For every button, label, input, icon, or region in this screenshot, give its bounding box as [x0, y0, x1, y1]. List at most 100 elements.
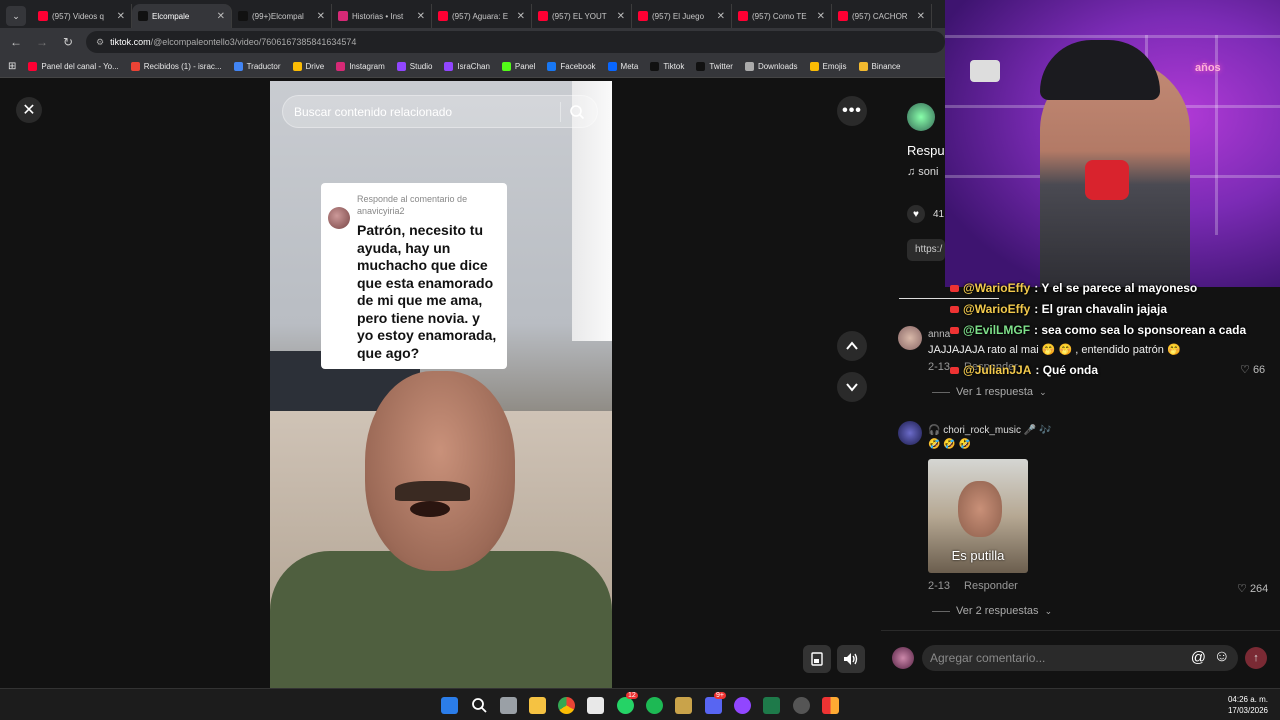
comment-date: 2-13 [928, 361, 951, 373]
comment-likes[interactable]: ♡ 264 [1237, 582, 1268, 595]
apps-icon[interactable]: ⊞ [8, 61, 16, 72]
comment-likes[interactable]: ♡ 66 [1240, 363, 1265, 376]
tab-close-icon[interactable]: ✕ [617, 11, 625, 22]
bookmark-item[interactable]: Panel del canal - Yo... [28, 62, 119, 71]
bookmark-item[interactable]: Panel [501, 62, 535, 71]
reply-button[interactable]: Responder [964, 580, 1018, 592]
task-view-icon[interactable] [500, 697, 517, 714]
bookmark-item[interactable]: Twitter [696, 62, 733, 71]
app-icon[interactable] [822, 697, 839, 714]
bookmark-item[interactable]: Instagram [336, 62, 385, 71]
view-replies-button[interactable]: Ver 1 respuesta ⌄ [932, 386, 1047, 398]
tab-underline [899, 298, 999, 299]
bookmark-label: Studio [409, 62, 433, 71]
comment-input-placeholder: Agregar comentario... [930, 651, 1046, 665]
bookmark-item[interactable]: Studio [396, 62, 433, 71]
tab-favicon-icon [38, 11, 48, 21]
url-field[interactable]: ⚙ tiktok.com/@elcompaleontello3/video/76… [86, 31, 945, 53]
bookmark-item[interactable]: Facebook [547, 62, 596, 71]
volume-button[interactable] [837, 645, 865, 673]
bookmark-item[interactable]: Tiktok [650, 62, 684, 71]
sound-link-partial[interactable]: ♫ soni [907, 166, 939, 178]
floating-player-button[interactable] [803, 645, 831, 673]
tab-search-button[interactable]: ⌄ [6, 6, 26, 26]
like-button[interactable]: ♥ [907, 205, 925, 223]
tab-close-icon[interactable]: ✕ [917, 11, 925, 22]
tab-close-icon[interactable]: ✕ [517, 11, 525, 22]
reload-icon[interactable]: ↻ [60, 35, 76, 49]
send-comment-button[interactable]: ↑ [1245, 647, 1267, 669]
chat-username: @EvilLMGF [963, 323, 1031, 337]
bookmark-favicon-icon [650, 62, 660, 71]
spotify-icon[interactable] [646, 697, 663, 714]
windows-start-icon[interactable] [441, 697, 458, 714]
tab-label: (957) Aguara: E [452, 11, 509, 21]
commenter-avatar[interactable] [898, 421, 922, 445]
video-player[interactable] [270, 81, 612, 688]
comment-author[interactable]: anna [928, 329, 950, 340]
forward-icon[interactable]: → [34, 35, 50, 49]
search-icon[interactable] [569, 104, 585, 123]
bookmark-item[interactable]: Traductor [233, 62, 281, 71]
browser-tab[interactable]: (99+)Elcompal ✕ [232, 4, 332, 28]
commenter-avatar[interactable] [898, 326, 922, 350]
browser-tab[interactable]: (957) Videos q ✕ [32, 4, 132, 28]
settings-icon[interactable] [793, 697, 810, 714]
discord-icon[interactable]: 9+ [705, 692, 726, 714]
obs-icon[interactable] [734, 697, 751, 714]
arrow-up-icon: ↑ [1253, 652, 1259, 664]
bookmark-item[interactable]: Recibidos (1) - israc... [130, 62, 222, 71]
previous-video-button[interactable] [837, 331, 867, 361]
tab-close-icon[interactable]: ✕ [717, 11, 725, 22]
copy-link-partial[interactable]: https:/ [907, 239, 945, 261]
whatsapp-icon[interactable]: 12 [617, 692, 638, 714]
shelf [945, 35, 1280, 38]
system-clock[interactable]: 04:26 a. m. 17/03/2026 [1228, 694, 1268, 716]
comment-sticker-image[interactable]: Es putilla [928, 459, 1028, 573]
file-explorer-icon[interactable] [529, 697, 546, 714]
site-info-icon[interactable]: ⚙ [96, 37, 104, 48]
bookmark-item[interactable]: Meta [607, 62, 639, 71]
tab-close-icon[interactable]: ✕ [417, 11, 425, 22]
bookmark-favicon-icon [809, 62, 819, 71]
game-icon[interactable] [675, 697, 692, 714]
bookmark-item[interactable]: Emojis [809, 62, 847, 71]
mention-icon[interactable]: @ [1191, 649, 1206, 666]
bookmark-label: Downloads [757, 62, 798, 71]
browser-tab[interactable]: (957) Aguara: E ✕ [432, 4, 532, 28]
browser-tab[interactable]: Elcompale ✕ [132, 4, 232, 28]
browser-tab[interactable]: (957) EL YOUT ✕ [532, 4, 632, 28]
view-replies-button[interactable]: Ver 2 respuestas ⌄ [932, 605, 1052, 617]
bookmark-item[interactable]: Binance [858, 62, 900, 71]
tab-close-icon[interactable]: ✕ [817, 11, 825, 22]
emoji-icon[interactable]: ☺ [1214, 648, 1230, 666]
bookmark-label: Facebook [560, 62, 596, 71]
tab-close-icon[interactable]: ✕ [317, 11, 325, 22]
bookmark-item[interactable]: Drive [292, 62, 324, 71]
more-options-button[interactable]: ••• [837, 96, 867, 126]
chrome-icon[interactable] [558, 697, 575, 714]
bookmark-item[interactable]: IsraChan [444, 62, 490, 71]
next-video-button[interactable] [837, 372, 867, 402]
back-icon[interactable]: ← [8, 35, 24, 49]
comment-like-count: 264 [1249, 583, 1269, 595]
browser-tab[interactable]: (957) El Juego ✕ [632, 4, 732, 28]
microphone [1085, 160, 1129, 200]
author-avatar[interactable] [907, 103, 935, 131]
tab-close-icon[interactable]: ✕ [217, 11, 225, 22]
close-video-button[interactable]: ✕ [16, 97, 42, 123]
related-search-input[interactable]: Buscar contenido relacionado [282, 95, 598, 128]
browser-tab[interactable]: Historias • Inst ✕ [332, 4, 432, 28]
store-icon[interactable] [587, 697, 604, 714]
bookmark-label: Meta [620, 62, 639, 71]
search-icon[interactable] [471, 697, 488, 714]
comment-author[interactable]: 🎧 chori_rock_music 🎤 🎶 [928, 425, 1052, 436]
tab-label: (99+)Elcompal [252, 11, 304, 21]
browser-tab[interactable]: (957) CACHOR ✕ [832, 4, 932, 28]
terminal-icon[interactable] [763, 697, 780, 714]
comment-input[interactable]: Agregar comentario... @ ☺ [922, 645, 1238, 671]
browser-tab[interactable]: (957) Como TE ✕ [732, 4, 832, 28]
chevron-down-icon: ⌄ [1039, 386, 1047, 397]
bookmark-item[interactable]: Downloads [744, 62, 798, 71]
tab-close-icon[interactable]: ✕ [117, 11, 125, 22]
